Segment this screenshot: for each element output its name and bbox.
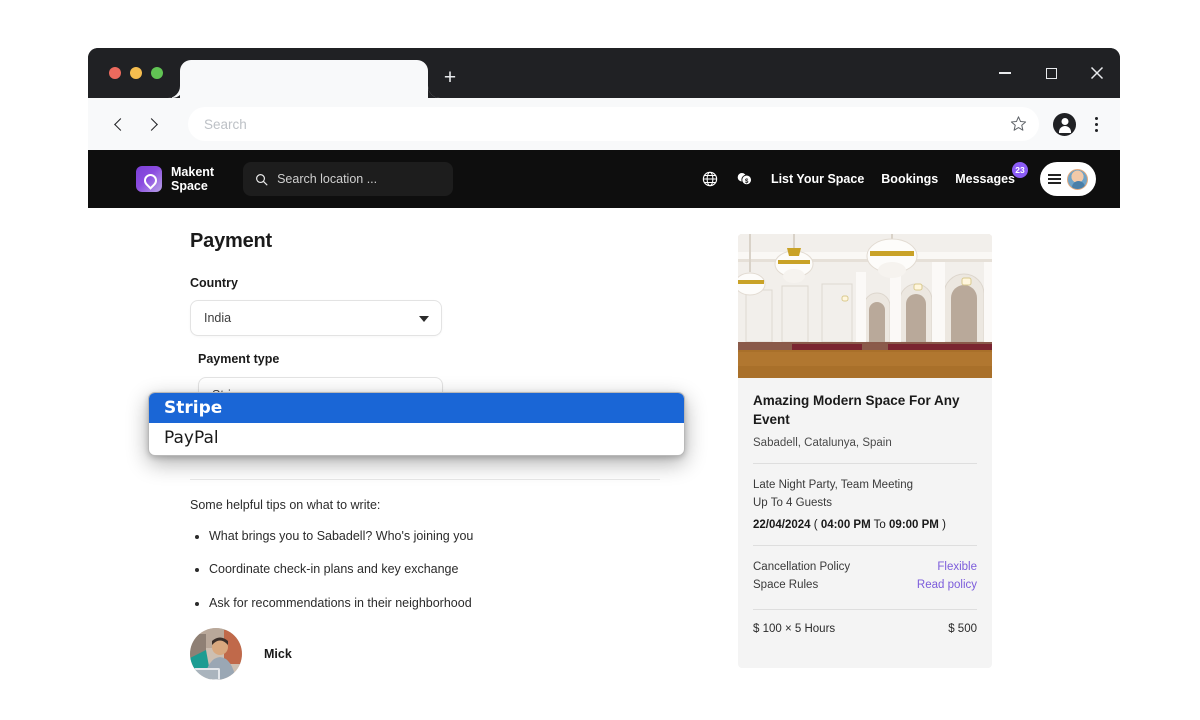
card-divider (753, 608, 977, 610)
browser-profile-icon[interactable] (1053, 112, 1076, 136)
nav-messages-label: Messages (955, 172, 1015, 186)
nav-bookings[interactable]: Bookings (881, 172, 938, 186)
star-icon[interactable] (1010, 115, 1027, 132)
host-photo-icon (190, 627, 242, 680)
country-field: Country India (190, 276, 660, 336)
new-tab-button[interactable]: + (440, 67, 460, 88)
list-item: Ask for recommendations in their neighbo… (209, 595, 660, 611)
window-traffic-lights (109, 67, 163, 79)
country-select[interactable]: India (190, 300, 442, 336)
booking-datetime: 22/04/2024 ( 04:00 PM To 09:00 PM ) (753, 519, 977, 531)
site-header: Makent Space Search location ... $ List … (88, 150, 1120, 208)
host-name: Mick (264, 646, 292, 661)
space-rules-row: Space Rules Read policy (753, 577, 977, 595)
browser-titlebar: + (88, 48, 1120, 98)
nav-list-your-space[interactable]: List Your Space (771, 172, 864, 186)
tab-curve-left (168, 86, 180, 98)
price-breakdown-row: $ 100 × 5 Hours $ 500 (753, 623, 977, 635)
browser-addressbar: Search (88, 98, 1120, 150)
card-divider (753, 463, 977, 465)
location-search-input[interactable]: Search location ... (243, 162, 454, 196)
logo-line-2: Space (171, 179, 208, 193)
booking-summary-card: Amazing Modern Space For Any Event Sabad… (738, 234, 992, 668)
logo-mark-icon (136, 166, 162, 192)
space-rules-label: Space Rules (753, 578, 819, 591)
time-separator: To (873, 518, 886, 531)
payment-type-label: Payment type (198, 352, 280, 366)
nav-messages[interactable]: Messages 23 (955, 162, 1028, 186)
cancellation-policy-label: Cancellation Policy (753, 560, 851, 573)
message-tips-section: Some helpful tips on what to write: What… (190, 498, 660, 611)
list-item: Coordinate check-in plans and key exchan… (209, 561, 660, 577)
user-menu-button[interactable] (1040, 162, 1096, 196)
section-divider (190, 479, 660, 480)
ballroom-photo-icon (738, 234, 992, 378)
booking-date: 22/04/2024 (753, 518, 811, 531)
tips-heading: Some helpful tips on what to write: (190, 498, 381, 512)
browser-menu-icon[interactable] (1086, 116, 1106, 132)
time-paren-close: ) (942, 518, 946, 531)
dropdown-option-stripe[interactable]: Stripe (149, 393, 684, 423)
browser-tab[interactable] (180, 60, 440, 98)
listing-space-types: Late Night Party, Team Meeting (753, 479, 914, 492)
messages-badge: 23 (1012, 162, 1028, 178)
dropdown-option-paypal[interactable]: PayPal (149, 423, 684, 453)
maximize-traffic-light[interactable] (151, 67, 163, 79)
space-rules-link[interactable]: Read policy (917, 577, 977, 595)
page-content: Payment Country India Payment type Strip… (88, 208, 1120, 720)
list-item: What brings you to Sabadell? Who's joini… (209, 528, 660, 544)
listing-image (738, 234, 992, 378)
time-paren-open: ( (813, 518, 818, 531)
window-controls (982, 48, 1120, 98)
booking-time-to: 09:00 PM (889, 518, 939, 531)
listing-capacity: Up To 4 Guests (753, 497, 833, 510)
hamburger-icon (1048, 173, 1061, 185)
close-icon (1090, 66, 1104, 80)
cancellation-policy-row: Cancellation Policy Flexible (753, 559, 977, 577)
price-breakdown-label: $ 100 × 5 Hours (753, 622, 836, 635)
minimize-button[interactable] (982, 48, 1028, 98)
omnibox-placeholder: Search (204, 116, 247, 132)
globe-icon[interactable] (702, 171, 718, 187)
payment-type-dropdown-popup[interactable]: Stripe PayPal (148, 392, 685, 456)
booking-time-from: 04:00 PM (820, 518, 871, 531)
minimize-traffic-light[interactable] (130, 67, 142, 79)
forward-button[interactable] (136, 107, 170, 141)
cancellation-policy-value[interactable]: Flexible (937, 559, 977, 577)
card-divider (753, 544, 977, 546)
coins-icon[interactable]: $ (735, 171, 754, 187)
host-row: Mick (190, 627, 660, 680)
tips-list: What brings you to Sabadell? Who's joini… (190, 528, 660, 611)
location-search-placeholder: Search location ... (277, 172, 378, 186)
avatar[interactable] (190, 627, 242, 680)
screenshot-root: + Search Makent Space Search location ..… (0, 0, 1200, 720)
chevron-down-icon (419, 316, 429, 322)
omnibox[interactable]: Search (188, 107, 1039, 141)
search-icon (256, 173, 268, 185)
site-logo[interactable]: Makent Space (136, 165, 214, 193)
page-title: Payment (190, 230, 272, 252)
logo-line-1: Makent (171, 165, 215, 179)
logo-text: Makent Space (171, 165, 214, 193)
close-traffic-light[interactable] (109, 67, 121, 79)
browser-window: + Search Makent Space Search location ..… (88, 48, 1120, 208)
header-nav: $ List Your Space Bookings Messages 23 (702, 162, 1096, 196)
user-avatar-icon (1067, 168, 1088, 190)
country-label: Country (190, 276, 238, 290)
price-breakdown-amount: $ 500 (948, 622, 977, 635)
booking-card-body: Amazing Modern Space For Any Event Sabad… (738, 378, 992, 635)
maximize-button[interactable] (1028, 48, 1074, 98)
close-button[interactable] (1074, 48, 1120, 98)
listing-location: Sabadell, Catalunya, Spain (753, 437, 892, 450)
listing-title: Amazing Modern Space For Any Event (753, 393, 960, 427)
back-button[interactable] (102, 107, 136, 141)
country-select-value: India (204, 311, 232, 325)
tab-curve-right (428, 86, 440, 98)
